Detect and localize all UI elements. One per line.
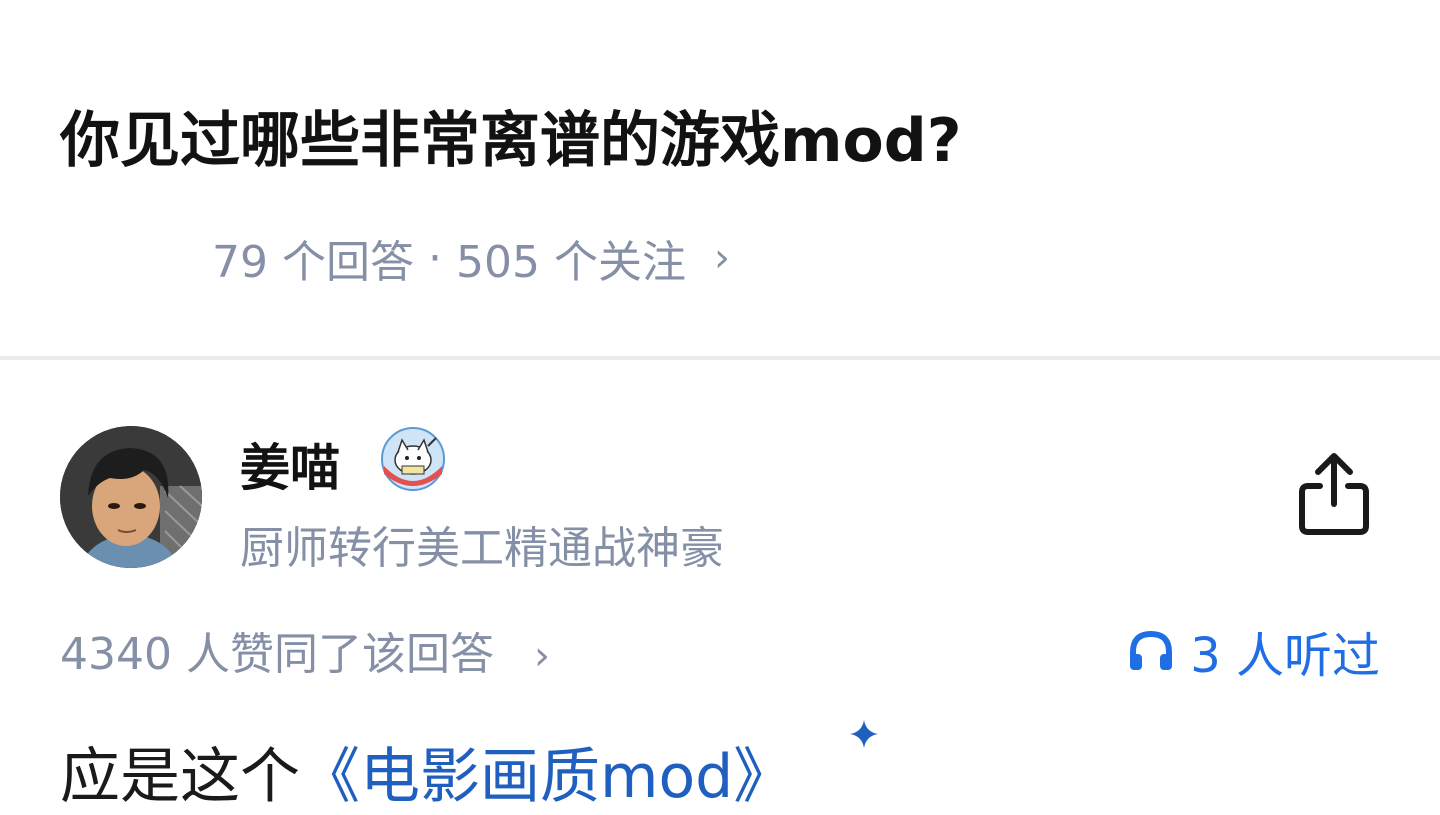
chevron-right-icon: › xyxy=(533,633,550,679)
sparkle-icon xyxy=(850,720,878,748)
answer-text: 应是这个 xyxy=(60,742,300,812)
question-title[interactable]: 你见过哪些非常离谱的游戏mod? xyxy=(60,92,962,179)
author-name[interactable]: 姜喵 xyxy=(240,428,340,500)
listened-count-text: 3 人听过 xyxy=(1190,628,1380,684)
question-meta[interactable]: 79 个回答 · 505 个关注 › xyxy=(212,226,730,290)
vote-count[interactable]: 4340 人赞同了该回答 › xyxy=(60,618,550,682)
avatar-image xyxy=(60,426,202,568)
vote-count-text: 4340 人赞同了该回答 xyxy=(60,629,494,680)
headphones-icon xyxy=(1130,630,1173,670)
author-bio: 厨师转行美工精通战神豪 xyxy=(240,523,724,574)
share-icon[interactable] xyxy=(1296,452,1372,536)
answer-first-line: 应是这个《电影画质mod》 xyxy=(60,728,793,815)
divider xyxy=(0,356,1440,360)
followers-count: 505 个关注 xyxy=(455,237,686,288)
answers-count: 79 个回答 xyxy=(212,237,414,288)
mascot-badge-icon[interactable] xyxy=(380,426,446,492)
answer-link[interactable]: 《电影画质mod》 xyxy=(300,742,793,812)
listened-count[interactable]: 3 人听过 xyxy=(1128,616,1380,686)
meta-separator: · xyxy=(427,232,442,284)
avatar[interactable] xyxy=(60,426,202,568)
chevron-right-icon: › xyxy=(713,235,730,281)
